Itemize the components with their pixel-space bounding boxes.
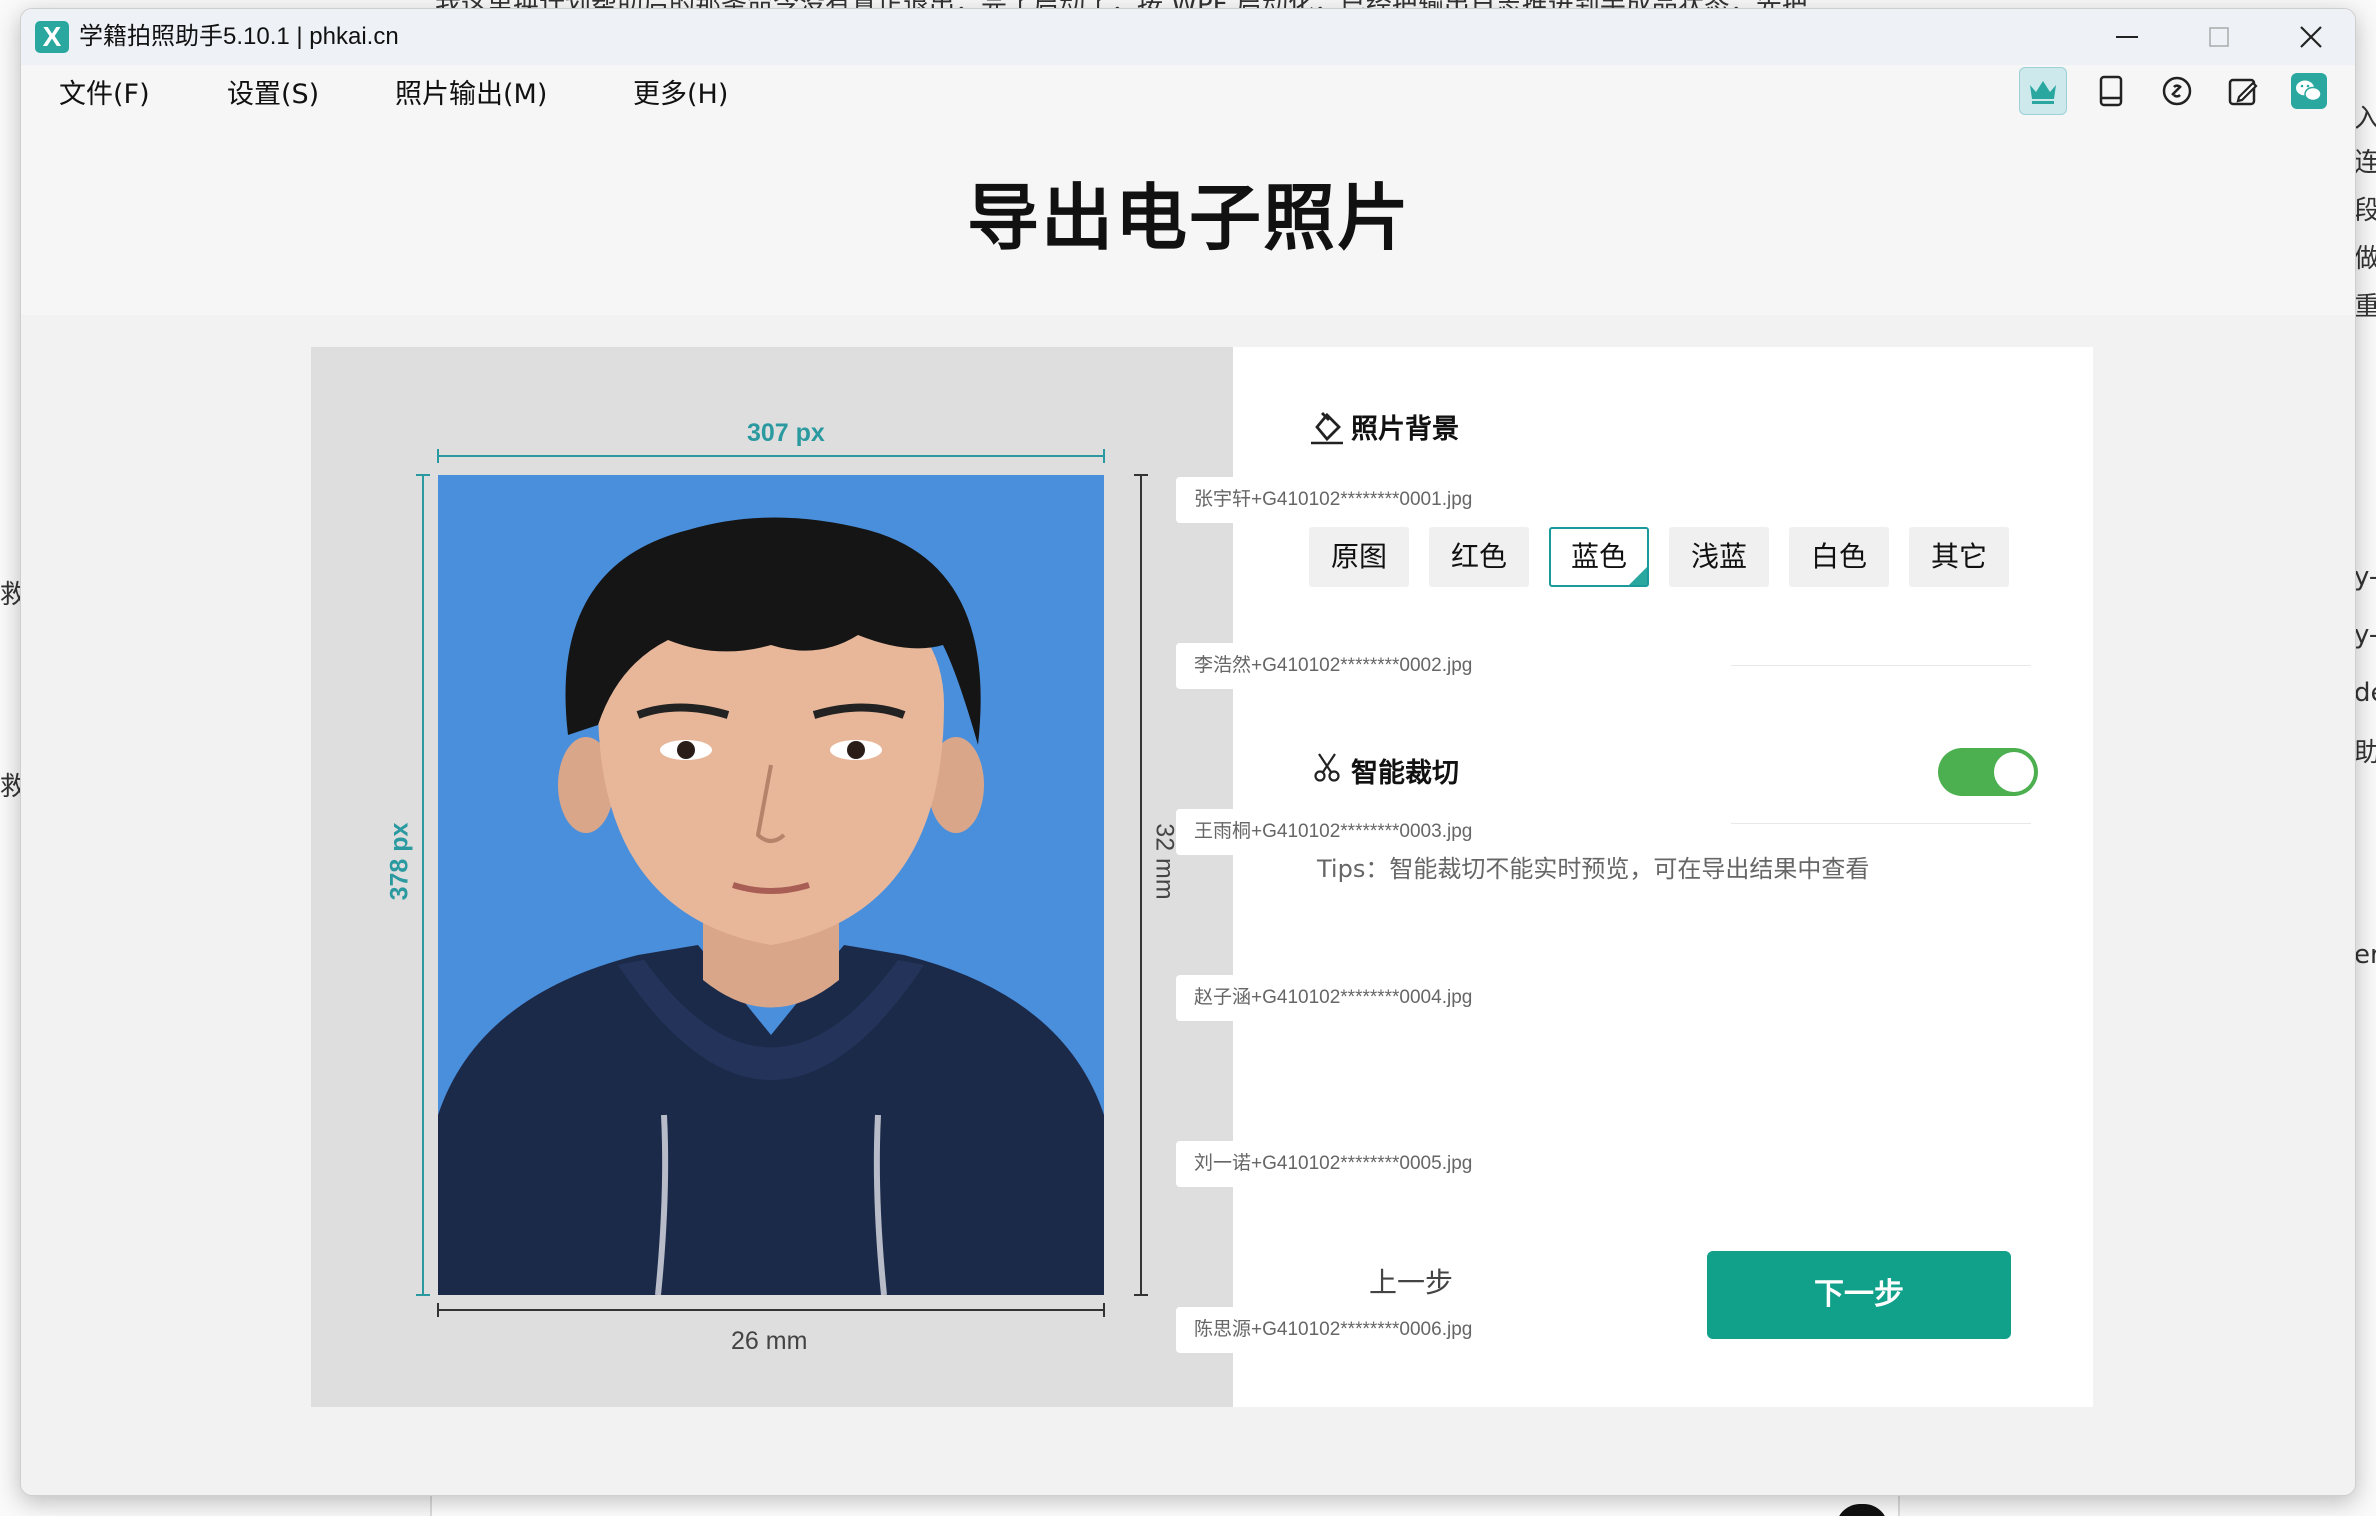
student-portrait	[438, 475, 1104, 1295]
menu-settings[interactable]: 设置(S)	[227, 65, 319, 125]
id-photo-preview	[438, 475, 1104, 1295]
background-option-original[interactable]: 原图	[1309, 527, 1409, 587]
file-item[interactable]: 刘一诺+G410102********0005.jpg	[1176, 1141, 1472, 1187]
width-mm-dimension-line	[437, 1303, 1105, 1317]
maximize-button[interactable]	[2173, 9, 2265, 65]
app-window: X 学籍拍照助手5.10.1 | phkai.cn 文件(F) 设置(S) 照片…	[20, 8, 2356, 1496]
tablet-button[interactable]	[2087, 67, 2135, 115]
background-option-light-blue[interactable]: 浅蓝	[1669, 527, 1769, 587]
page-title: 导出电子照片	[966, 176, 1411, 260]
background-right-text: 助	[2354, 738, 2376, 768]
maximize-icon	[2209, 27, 2229, 47]
section-divider	[1731, 823, 2031, 824]
menu-photo-output[interactable]: 照片输出(M)	[395, 65, 547, 125]
minimize-button[interactable]	[2081, 9, 2173, 65]
crown-icon	[2030, 81, 2056, 104]
scissors-icon	[1314, 753, 1340, 782]
menu-bar: 文件(F) 设置(S) 照片输出(M) 更多(H)	[21, 65, 2355, 125]
height-mm-label: 32 mm	[1150, 823, 1179, 900]
edit-image-button[interactable]	[2219, 67, 2267, 115]
background-right-text: 入	[2354, 104, 2376, 134]
background-right-text: y-	[2354, 562, 2376, 592]
close-button[interactable]	[2265, 9, 2355, 65]
wechat-button[interactable]	[2285, 67, 2333, 115]
background-option-blue[interactable]: 蓝色	[1549, 527, 1649, 587]
width-mm-label: 26 mm	[731, 1327, 808, 1355]
height-mm-dimension-line	[1134, 474, 1148, 1296]
minimize-icon	[2116, 36, 2138, 38]
background-right-text: 重	[2354, 292, 2376, 322]
background-right-text: er	[2354, 940, 2376, 970]
photo-preview-panel: 307 px 378 px 32 mm 26 mm	[311, 347, 1233, 1407]
menu-file[interactable]: 文件(F)	[59, 65, 150, 125]
background-option-white[interactable]: 白色	[1789, 527, 1889, 587]
wechat-icon	[2291, 73, 2327, 109]
vip-crown-button[interactable]	[2019, 67, 2067, 115]
link-icon	[2162, 76, 2192, 106]
background-bottom-bar	[430, 1495, 1900, 1516]
height-px-label: 378 px	[385, 822, 414, 901]
smart-crop-toggle[interactable]	[1938, 748, 2038, 796]
width-px-dimension-line	[437, 449, 1105, 463]
photo-background-title: 照片背景	[1351, 414, 1459, 445]
file-item[interactable]: 陈思源+G410102********0006.jpg	[1176, 1307, 1472, 1353]
app-logo-icon: X	[35, 21, 69, 53]
paint-bucket-icon	[1311, 412, 1343, 445]
file-item[interactable]: 张宇轩+G410102********0001.jpg	[1176, 477, 1472, 523]
section-divider	[1731, 665, 2031, 666]
background-right-text: de	[2354, 678, 2376, 708]
menu-more[interactable]: 更多(H)	[633, 65, 728, 125]
edit-image-icon	[2228, 78, 2258, 106]
background-option-other[interactable]: 其它	[1909, 527, 2009, 587]
width-px-label: 307 px	[747, 419, 825, 447]
toggle-knob	[1994, 752, 2034, 792]
background-right-text: y-	[2354, 620, 2376, 650]
tablet-icon	[2099, 75, 2123, 107]
smart-crop-title: 智能裁切	[1351, 758, 1459, 789]
close-icon	[2300, 26, 2322, 48]
file-item[interactable]: 赵子涵+G410102********0004.jpg	[1176, 975, 1472, 1021]
title-bar: X 学籍拍照助手5.10.1 | phkai.cn	[21, 9, 2355, 65]
file-item[interactable]: 李浩然+G410102********0002.jpg	[1176, 643, 1472, 689]
background-right-text: 连	[2354, 148, 2376, 178]
background-left-text: 救	[0, 580, 20, 610]
file-item[interactable]: 王雨桐+G410102********0003.jpg	[1176, 809, 1472, 855]
background-right-text: 做	[2354, 244, 2376, 274]
background-left-text: 救	[0, 772, 20, 802]
link-button[interactable]	[2153, 67, 2201, 115]
next-step-button[interactable]: 下一步	[1707, 1251, 2011, 1339]
previous-step-button[interactable]: 上一步	[1341, 1253, 1481, 1313]
background-option-red[interactable]: 红色	[1429, 527, 1529, 587]
window-title: 学籍拍照助手5.10.1 | phkai.cn	[79, 23, 399, 50]
background-right-text: 段约	[2354, 196, 2376, 226]
height-px-dimension-line	[416, 474, 430, 1296]
